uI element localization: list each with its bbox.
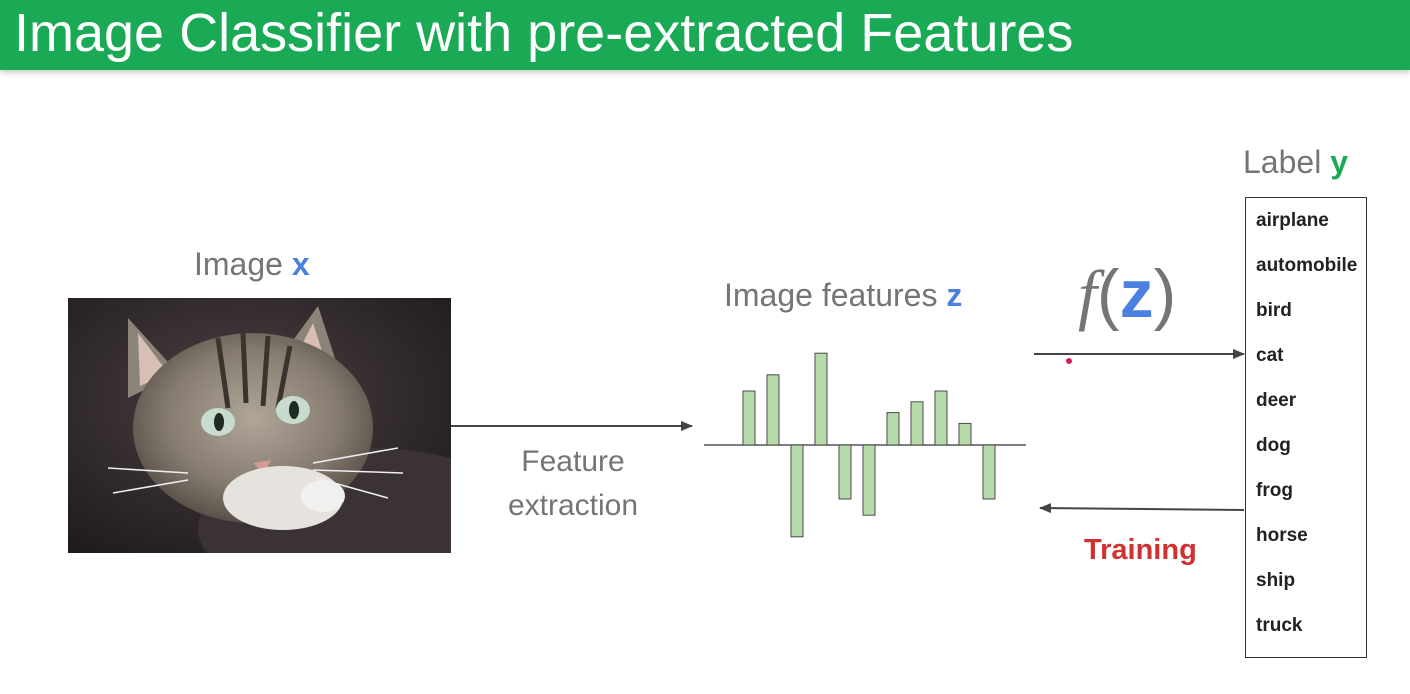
feature-bar-1 <box>742 390 756 446</box>
feature-bar-2 <box>766 374 780 446</box>
feature-bar-7 <box>886 412 900 446</box>
feature-bar-11 <box>982 444 996 500</box>
feature-bar-3 <box>790 444 804 538</box>
feature-bar-10 <box>958 422 972 446</box>
feature-bar-9 <box>934 390 948 446</box>
feature-bar-chart <box>704 352 1026 538</box>
feature-bar-4 <box>814 352 828 446</box>
feature-bar-6 <box>862 444 876 516</box>
feature-bar-5 <box>838 444 852 500</box>
feature-bar-8 <box>910 401 924 446</box>
diagram-arrows <box>451 349 1245 538</box>
training-arrow <box>1039 503 1245 514</box>
